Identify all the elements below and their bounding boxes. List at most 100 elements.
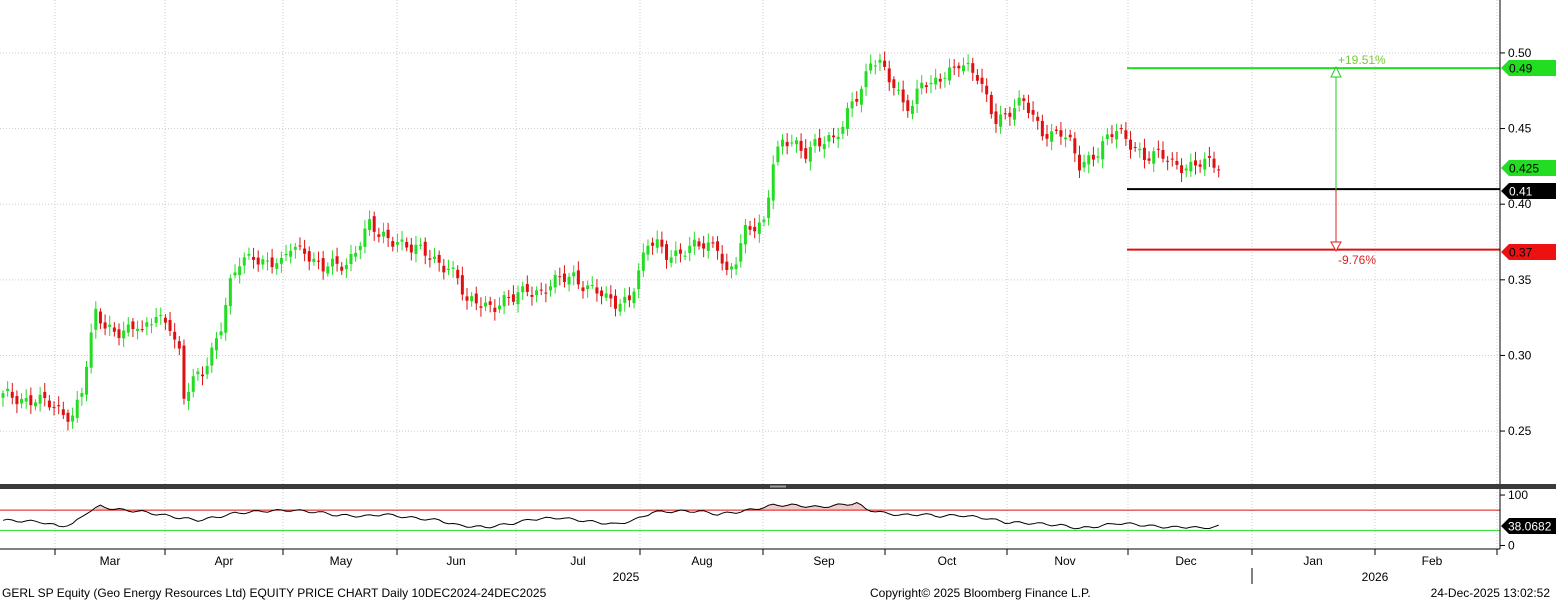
- candle-down: [1180, 165, 1184, 174]
- candle-up: [446, 268, 450, 270]
- candle-down: [29, 395, 33, 406]
- candle-up: [669, 257, 673, 263]
- candle-down: [405, 241, 409, 248]
- level-tag-0-41: 0.41: [1501, 183, 1556, 199]
- candle-up: [326, 266, 330, 274]
- candle-down: [627, 295, 631, 301]
- candle-down: [511, 294, 515, 302]
- candle-up: [1017, 97, 1021, 106]
- candle-up: [126, 324, 130, 333]
- candle-down: [665, 244, 669, 260]
- candle-up: [219, 331, 223, 336]
- candle-up: [284, 253, 288, 256]
- candle-down: [391, 241, 395, 247]
- candle-down: [994, 111, 998, 124]
- candle-up: [233, 272, 237, 276]
- candle-down: [1110, 134, 1114, 138]
- candle-up: [873, 65, 877, 67]
- candle-up: [261, 259, 265, 265]
- candle-down: [748, 226, 752, 230]
- candle-down: [493, 307, 497, 312]
- year-label-2026: 2026: [1362, 570, 1389, 584]
- price-tick-label: 0.35: [1508, 273, 1532, 287]
- candle-up: [6, 388, 10, 391]
- candle-up: [400, 239, 404, 242]
- candle-down: [479, 306, 483, 308]
- candle-up: [1096, 156, 1100, 158]
- rsi-tick-label: 100: [1508, 488, 1528, 502]
- candle-down: [1073, 138, 1077, 154]
- candle-up: [688, 245, 692, 254]
- month-label-jan: Jan: [1303, 554, 1322, 568]
- candle-down: [307, 251, 311, 262]
- candle-up: [827, 135, 831, 142]
- candle-down: [57, 405, 61, 407]
- month-label-jun: Jun: [446, 554, 465, 568]
- candle-up: [354, 252, 358, 257]
- candle-down: [697, 241, 701, 247]
- candle-down: [883, 60, 887, 67]
- candle-down: [321, 258, 325, 272]
- candle-down: [804, 148, 808, 159]
- footer-copyright: Copyright© 2025 Bloomberg Finance L.P.: [870, 586, 1091, 600]
- candle-down: [980, 77, 984, 84]
- level-tag-0-425: 0.425: [1501, 160, 1556, 176]
- candle-up: [289, 250, 293, 257]
- candle-down: [1142, 147, 1146, 160]
- candle-down: [140, 329, 144, 331]
- candle-down: [1170, 158, 1174, 160]
- candle-down: [832, 135, 836, 138]
- candle-up: [238, 266, 242, 276]
- candle-up: [159, 314, 163, 317]
- rsi-tick-label: 0: [1508, 538, 1515, 552]
- candle-down: [753, 226, 757, 232]
- candle-up: [934, 77, 938, 85]
- level-tag-0-37-label: 0.37: [1509, 246, 1533, 260]
- candle-up: [94, 308, 98, 330]
- candle-down: [901, 89, 905, 103]
- candle-down: [386, 229, 390, 239]
- candle-up: [943, 77, 947, 79]
- candle-up: [1082, 161, 1086, 168]
- candle-up: [330, 258, 334, 267]
- candle-up: [145, 322, 149, 327]
- level-tag-0-49: 0.49: [1501, 60, 1556, 76]
- candle-down: [163, 317, 167, 323]
- candle-up: [655, 239, 659, 248]
- candle-down: [460, 275, 464, 295]
- price-tick-label: 0.40: [1508, 197, 1532, 211]
- divider-grip-icon[interactable]: [770, 485, 786, 488]
- candle-down: [957, 65, 961, 69]
- candle-down: [702, 243, 706, 249]
- candle-down: [1022, 98, 1026, 101]
- candle-down: [52, 406, 56, 408]
- month-label-jul: Jul: [570, 554, 585, 568]
- candle-down: [177, 341, 181, 349]
- candle-down: [525, 284, 529, 292]
- candle-down: [1077, 154, 1081, 171]
- candle-down: [1068, 134, 1072, 138]
- candle-up: [1101, 141, 1105, 160]
- candle-up: [692, 239, 696, 247]
- candle-down: [270, 257, 274, 268]
- candle-up: [484, 302, 488, 307]
- candle-down: [1003, 113, 1007, 115]
- candle-up: [572, 272, 576, 277]
- candle-up: [80, 393, 84, 397]
- candle-up: [961, 65, 965, 72]
- level-tag-0-49-label: 0.49: [1509, 62, 1533, 76]
- price-tick-label: 0.50: [1508, 46, 1532, 60]
- candle-up: [897, 89, 901, 91]
- candle-up: [808, 146, 812, 162]
- candle-down: [1045, 133, 1049, 139]
- candle-down: [66, 412, 70, 422]
- candle-up: [683, 255, 687, 257]
- candle-down: [303, 248, 307, 254]
- candle-down: [1119, 128, 1123, 130]
- candle-up: [470, 296, 474, 302]
- candle-up: [85, 366, 89, 395]
- candle-up: [674, 250, 678, 257]
- candle-down: [600, 290, 604, 297]
- candle-down: [562, 273, 566, 283]
- candle-down: [1036, 116, 1040, 121]
